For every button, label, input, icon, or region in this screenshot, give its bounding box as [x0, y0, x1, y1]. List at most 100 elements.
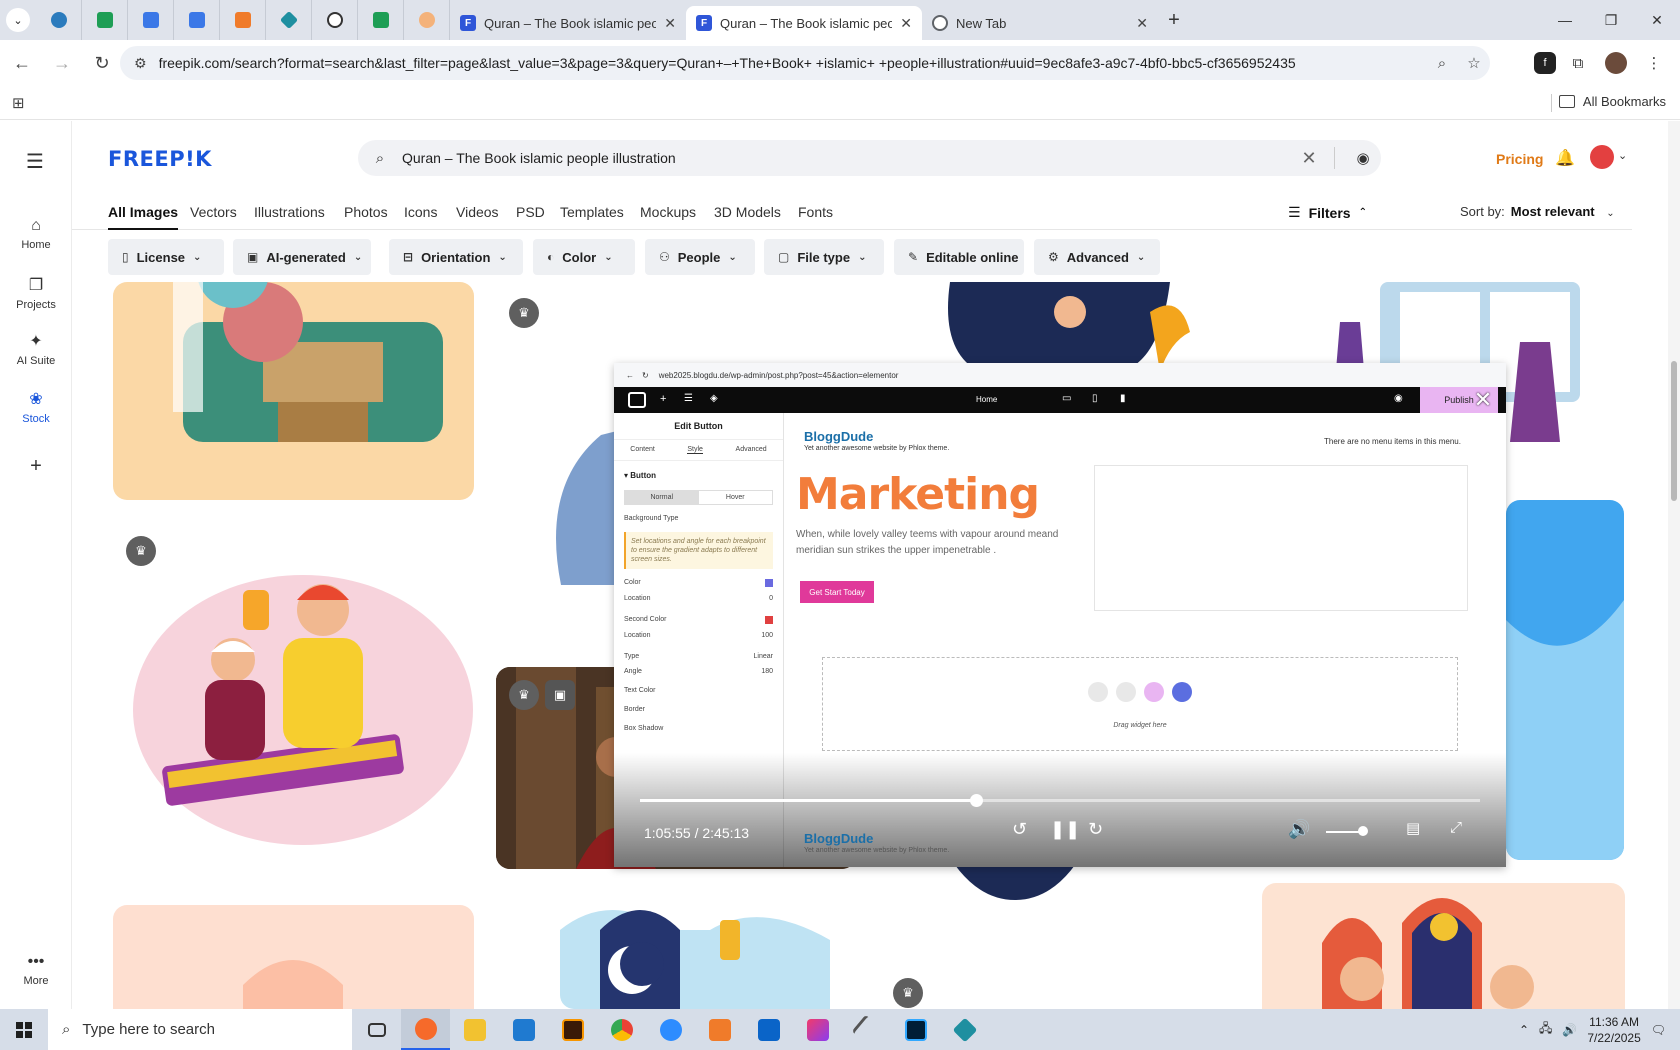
- pause-icon[interactable]: ❚❚: [1050, 819, 1080, 840]
- chip-advanced[interactable]: ⚙ Advanced ⌄: [1034, 239, 1160, 275]
- pinned-tab-9[interactable]: [404, 0, 450, 40]
- tab-fonts[interactable]: Fonts: [798, 204, 833, 220]
- clear-search-icon[interactable]: ✕: [1294, 148, 1324, 169]
- network-icon[interactable]: 🖧: [1539, 1019, 1552, 1040]
- forward-button[interactable]: →: [44, 45, 80, 81]
- tab-videos[interactable]: Videos: [456, 204, 499, 220]
- restore-icon[interactable]: ❐: [1588, 0, 1634, 40]
- close-video-button[interactable]: ✕: [1470, 387, 1496, 413]
- close-icon[interactable]: ✕: [664, 15, 676, 32]
- task-view-icon[interactable]: [352, 1009, 401, 1050]
- pinned-tab-5[interactable]: [220, 0, 266, 40]
- tab-psd[interactable]: PSD: [516, 204, 545, 220]
- chevron-down-icon[interactable]: ⌄: [1618, 149, 1627, 162]
- notifications-icon[interactable]: 🗨: [1651, 1023, 1666, 1037]
- search-input[interactable]: Quran – The Book islamic people illustra…: [402, 150, 1294, 166]
- result-image-crescent[interactable]: [560, 900, 860, 1009]
- captions-icon[interactable]: ▤: [1406, 819, 1420, 837]
- result-image-arch-peach[interactable]: [113, 905, 474, 1009]
- tab-photos[interactable]: Photos: [344, 204, 388, 220]
- pinned-tab-3[interactable]: [128, 0, 174, 40]
- sidebar-item-more[interactable]: ••• More: [0, 953, 72, 987]
- taskbar-clock[interactable]: 11:36 AM 7/22/2025: [1587, 1014, 1640, 1046]
- tab-freepik-1[interactable]: F Quran – The Book islamic peop ✕: [450, 6, 686, 40]
- tab-freepik-2[interactable]: F Quran – The Book islamic peop ✕: [686, 6, 922, 40]
- notification-bell-icon[interactable]: 🔔: [1555, 148, 1575, 168]
- search-bar[interactable]: ⌕ Quran – The Book islamic people illust…: [358, 140, 1381, 176]
- taskbar-photoshop[interactable]: [891, 1009, 940, 1050]
- scrollbar-thumb[interactable]: [1671, 361, 1677, 501]
- pinned-tab-8[interactable]: [358, 0, 404, 40]
- extension-f-icon[interactable]: f: [1534, 52, 1556, 74]
- chip-color[interactable]: ◐ Color ⌄: [533, 239, 635, 275]
- pinned-tab-4[interactable]: [174, 0, 220, 40]
- apps-grid-icon[interactable]: ⊞: [12, 94, 25, 112]
- filters-toggle[interactable]: ☰ Filters ⌃: [1288, 204, 1367, 221]
- site-info-icon[interactable]: ⚙: [134, 55, 147, 72]
- floating-video-player[interactable]: ← ↻ web2025.blogdu.de/wp-admin/post.php?…: [614, 363, 1506, 867]
- expand-icon[interactable]: ⤢: [1450, 819, 1462, 836]
- taskbar-app-teal[interactable]: [940, 1009, 989, 1050]
- extensions-puzzle-icon[interactable]: ⧉: [1562, 47, 1594, 79]
- new-tab-button[interactable]: +: [1158, 4, 1190, 36]
- chip-file-type[interactable]: ▢ File type ⌄: [764, 239, 884, 275]
- taskbar-illustrator[interactable]: [548, 1009, 597, 1050]
- chip-editable-online[interactable]: ✎ Editable online: [894, 239, 1024, 275]
- tab-all-images[interactable]: All Images: [108, 204, 179, 230]
- forward-icon[interactable]: ↻: [1088, 819, 1103, 840]
- pinned-tab-2[interactable]: [82, 0, 128, 40]
- camera-search-icon[interactable]: ◉: [1345, 149, 1381, 167]
- profile-avatar[interactable]: [1600, 47, 1632, 79]
- tab-new-tab[interactable]: New Tab ✕: [922, 6, 1158, 40]
- taskbar-chrome[interactable]: [597, 1009, 646, 1050]
- hamburger-menu-icon[interactable]: ☰: [26, 149, 44, 174]
- pinned-tab-7[interactable]: [312, 0, 358, 40]
- sidebar-item-projects[interactable]: ❐ Projects: [0, 275, 72, 311]
- taskbar-file-explorer[interactable]: [450, 1009, 499, 1050]
- taskbar-vscode[interactable]: [499, 1009, 548, 1050]
- start-button[interactable]: [0, 1009, 48, 1050]
- taskbar-search[interactable]: ⌕ Type here to search: [48, 1009, 352, 1050]
- sidebar-item-stock[interactable]: ❀ Stock: [0, 389, 72, 425]
- chip-orientation[interactable]: ⊟ Orientation ⌄: [389, 239, 523, 275]
- freepik-logo[interactable]: FREEP!K: [108, 147, 212, 171]
- tab-search-button[interactable]: ⌄: [0, 0, 36, 40]
- reload-button[interactable]: ↻: [84, 45, 120, 81]
- pricing-link[interactable]: Pricing: [1496, 151, 1543, 167]
- page-scrollbar[interactable]: [1668, 121, 1680, 1009]
- result-image-blue-wave[interactable]: [1506, 500, 1624, 860]
- bookmark-star-icon[interactable]: ☆: [1458, 54, 1490, 72]
- tray-chevron-icon[interactable]: ⌃: [1519, 1023, 1529, 1037]
- taskbar-creative-cloud[interactable]: [793, 1009, 842, 1050]
- taskbar-pen-tool[interactable]: [842, 1009, 891, 1050]
- taskbar-zoom[interactable]: [646, 1009, 695, 1050]
- result-image-boys-reading[interactable]: [113, 520, 474, 850]
- volume-icon[interactable]: 🔊: [1562, 1023, 1577, 1037]
- tab-mockups[interactable]: Mockups: [640, 204, 696, 220]
- sidebar-item-home[interactable]: ⌂ Home: [0, 217, 72, 251]
- sort-dropdown[interactable]: Sort by: Most relevant ⌄: [1460, 204, 1615, 219]
- chip-ai-generated[interactable]: ▣ AI-generated ⌄: [233, 239, 371, 275]
- taskbar-app-orange[interactable]: [695, 1009, 744, 1050]
- taskbar-firefox[interactable]: [401, 1009, 450, 1050]
- url-text[interactable]: freepik.com/search?format=search&last_fi…: [159, 55, 1426, 71]
- tab-templates[interactable]: Templates: [560, 204, 624, 220]
- result-image-boys-lanterns[interactable]: [1262, 883, 1625, 1009]
- volume-icon[interactable]: 🔊: [1288, 819, 1310, 840]
- add-button[interactable]: +: [0, 455, 72, 478]
- pinned-tab-6[interactable]: [266, 0, 312, 40]
- close-window-icon[interactable]: ✕: [1634, 0, 1680, 40]
- rewind-icon[interactable]: ↺: [1012, 819, 1027, 840]
- back-button[interactable]: ←: [4, 45, 40, 81]
- volume-knob[interactable]: [1358, 826, 1368, 836]
- volume-slider[interactable]: [1326, 831, 1362, 833]
- tab-3d-models[interactable]: 3D Models: [714, 204, 781, 220]
- chip-people[interactable]: ⚇ People ⌄: [645, 239, 755, 275]
- video-progress-knob[interactable]: [970, 794, 983, 807]
- video-progress-bar[interactable]: [640, 794, 1480, 807]
- minimize-icon[interactable]: —: [1542, 0, 1588, 40]
- tab-icons[interactable]: Icons: [404, 204, 437, 220]
- tab-vectors[interactable]: Vectors: [190, 204, 237, 220]
- pinned-tab-1[interactable]: [36, 0, 82, 40]
- browser-menu-icon[interactable]: ⋮: [1638, 47, 1670, 79]
